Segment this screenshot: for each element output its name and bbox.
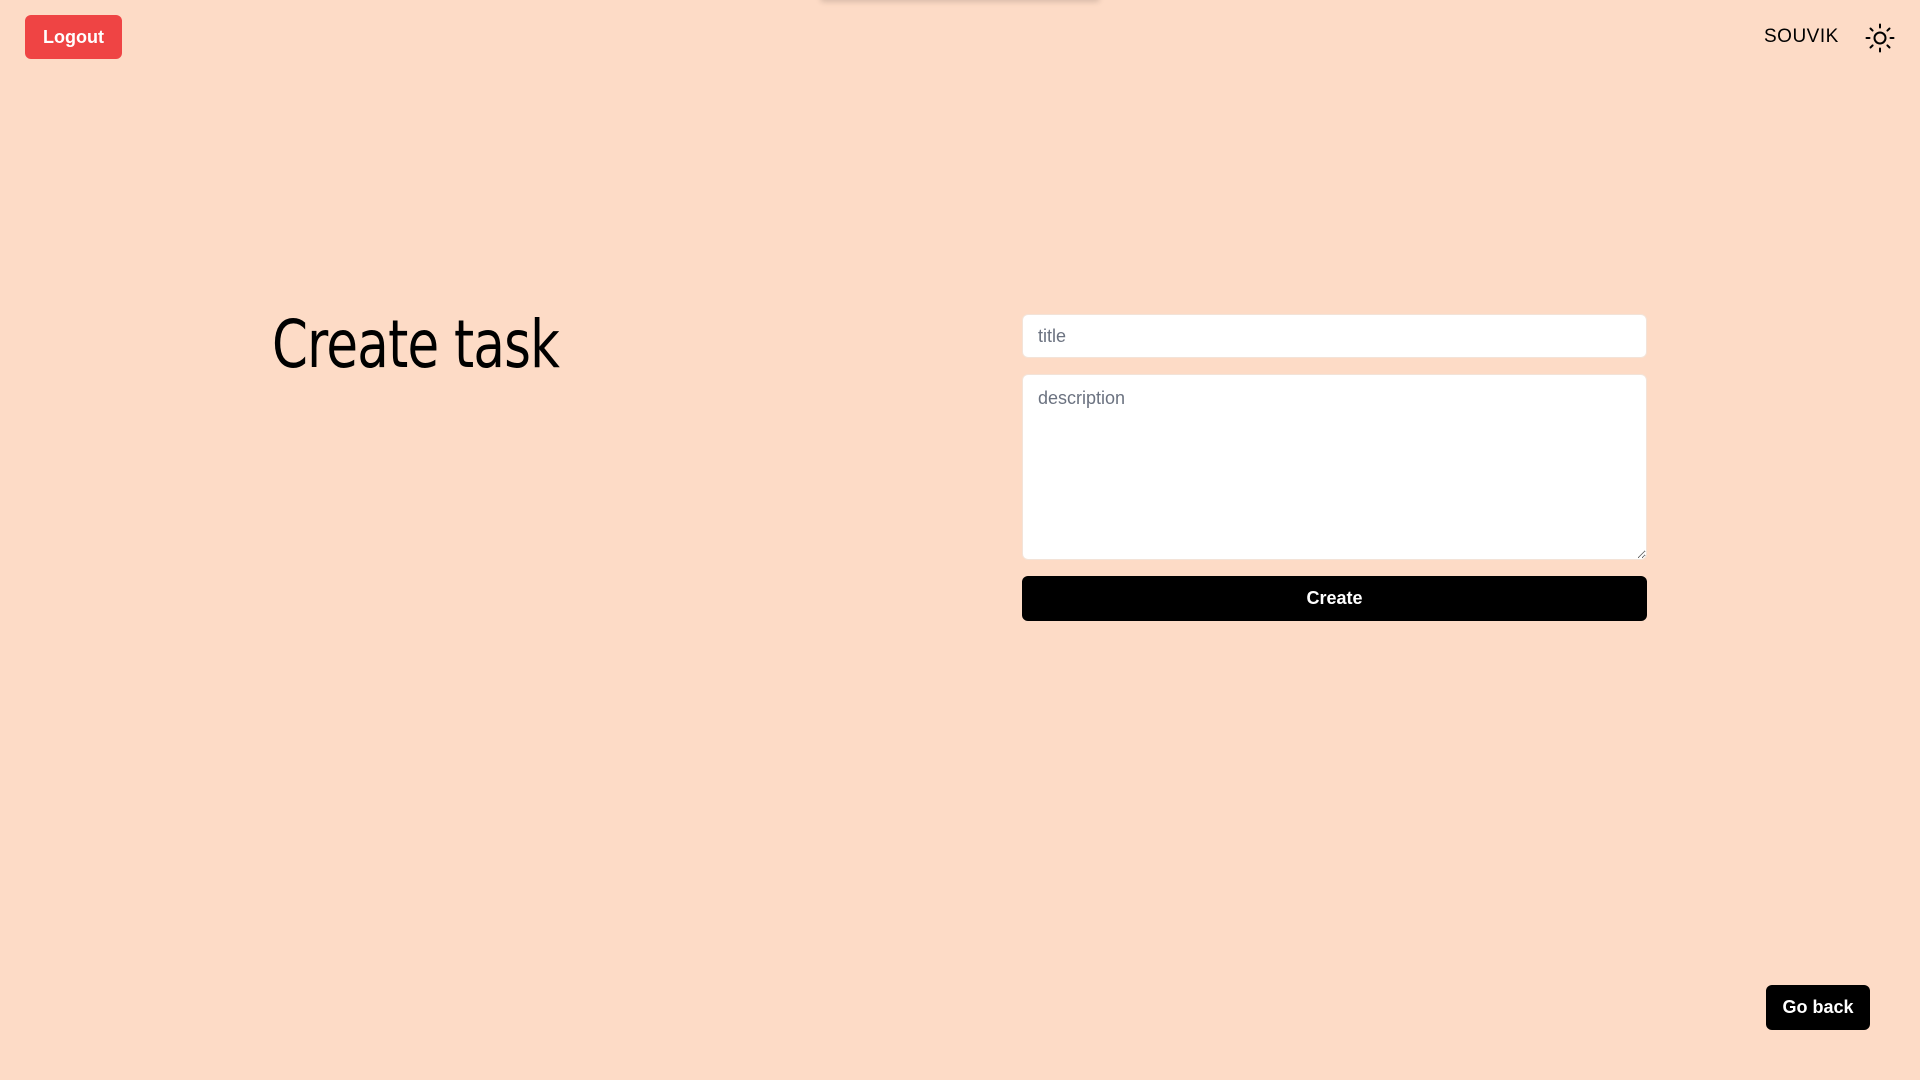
create-task-form: Create: [1022, 314, 1647, 621]
description-textarea[interactable]: [1022, 374, 1647, 560]
username-label: SOUVIK: [1764, 26, 1839, 47]
sun-icon: [1865, 23, 1895, 53]
logout-button[interactable]: Logout: [25, 15, 122, 59]
create-button[interactable]: Create: [1022, 576, 1647, 621]
title-input[interactable]: [1022, 314, 1647, 358]
theme-toggle-button[interactable]: [1864, 22, 1896, 54]
page: Logout SOUVIK Create task Create Go back: [0, 0, 1920, 1080]
page-title: Create task: [272, 306, 560, 383]
go-back-button[interactable]: Go back: [1766, 985, 1870, 1030]
